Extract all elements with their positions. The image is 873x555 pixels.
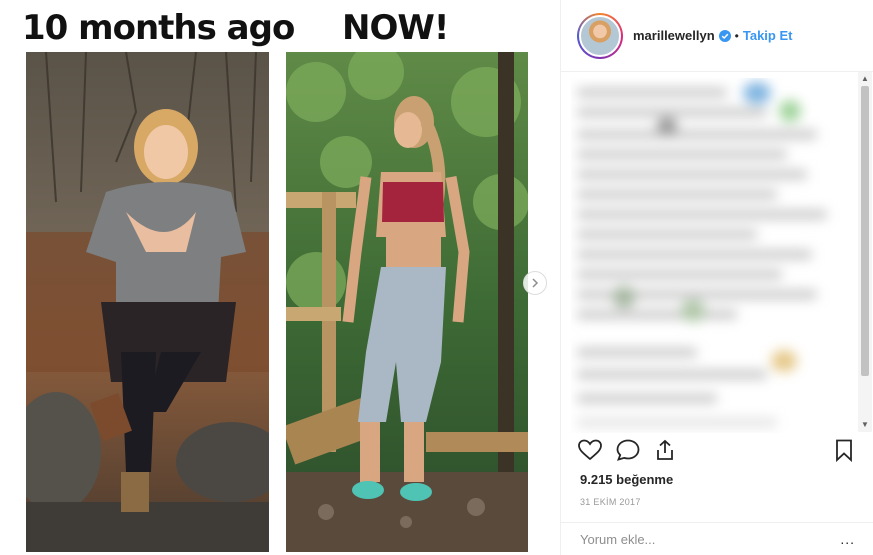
heart-icon: [578, 439, 602, 461]
verified-badge-icon: [718, 29, 731, 42]
after-photo: [286, 52, 528, 552]
post-header: marillewellyn • Takip Et: [561, 0, 873, 72]
before-caption: 10 months ago: [22, 8, 295, 48]
scroll-up-icon[interactable]: ▲: [861, 75, 869, 83]
like-button[interactable]: [577, 438, 603, 467]
scroll-down-icon[interactable]: ▼: [861, 421, 869, 429]
comment-form: ...: [561, 522, 873, 555]
next-slide-button[interactable]: [523, 271, 547, 295]
save-button[interactable]: [833, 438, 855, 467]
share-button[interactable]: [653, 438, 677, 467]
share-icon: [657, 439, 673, 460]
post-date: 31 EKİM 2017: [580, 497, 641, 507]
chevron-right-icon: [532, 278, 539, 288]
separator: •: [734, 28, 739, 43]
comments-list: [571, 78, 861, 433]
bookmark-icon: [836, 439, 852, 463]
post-sidebar: marillewellyn • Takip Et ▲ ▼ 9.215 beğen…: [560, 0, 873, 555]
follow-button[interactable]: Takip Et: [743, 28, 793, 43]
comment-button[interactable]: [615, 438, 641, 467]
username-link[interactable]: marillewellyn: [633, 28, 715, 43]
after-caption: NOW!: [342, 8, 449, 48]
before-photo: [26, 52, 269, 552]
likes-count[interactable]: 9.215 beğenme: [580, 472, 673, 487]
more-options-button[interactable]: ...: [840, 531, 855, 547]
post-media: 10 months ago NOW!: [0, 0, 560, 555]
action-bar: [577, 438, 859, 468]
comment-input[interactable]: [580, 531, 841, 547]
comment-icon: [616, 439, 640, 461]
comments-scrollbar[interactable]: ▲ ▼: [858, 72, 872, 432]
scrollbar-thumb[interactable]: [861, 86, 869, 376]
avatar[interactable]: [577, 12, 623, 59]
